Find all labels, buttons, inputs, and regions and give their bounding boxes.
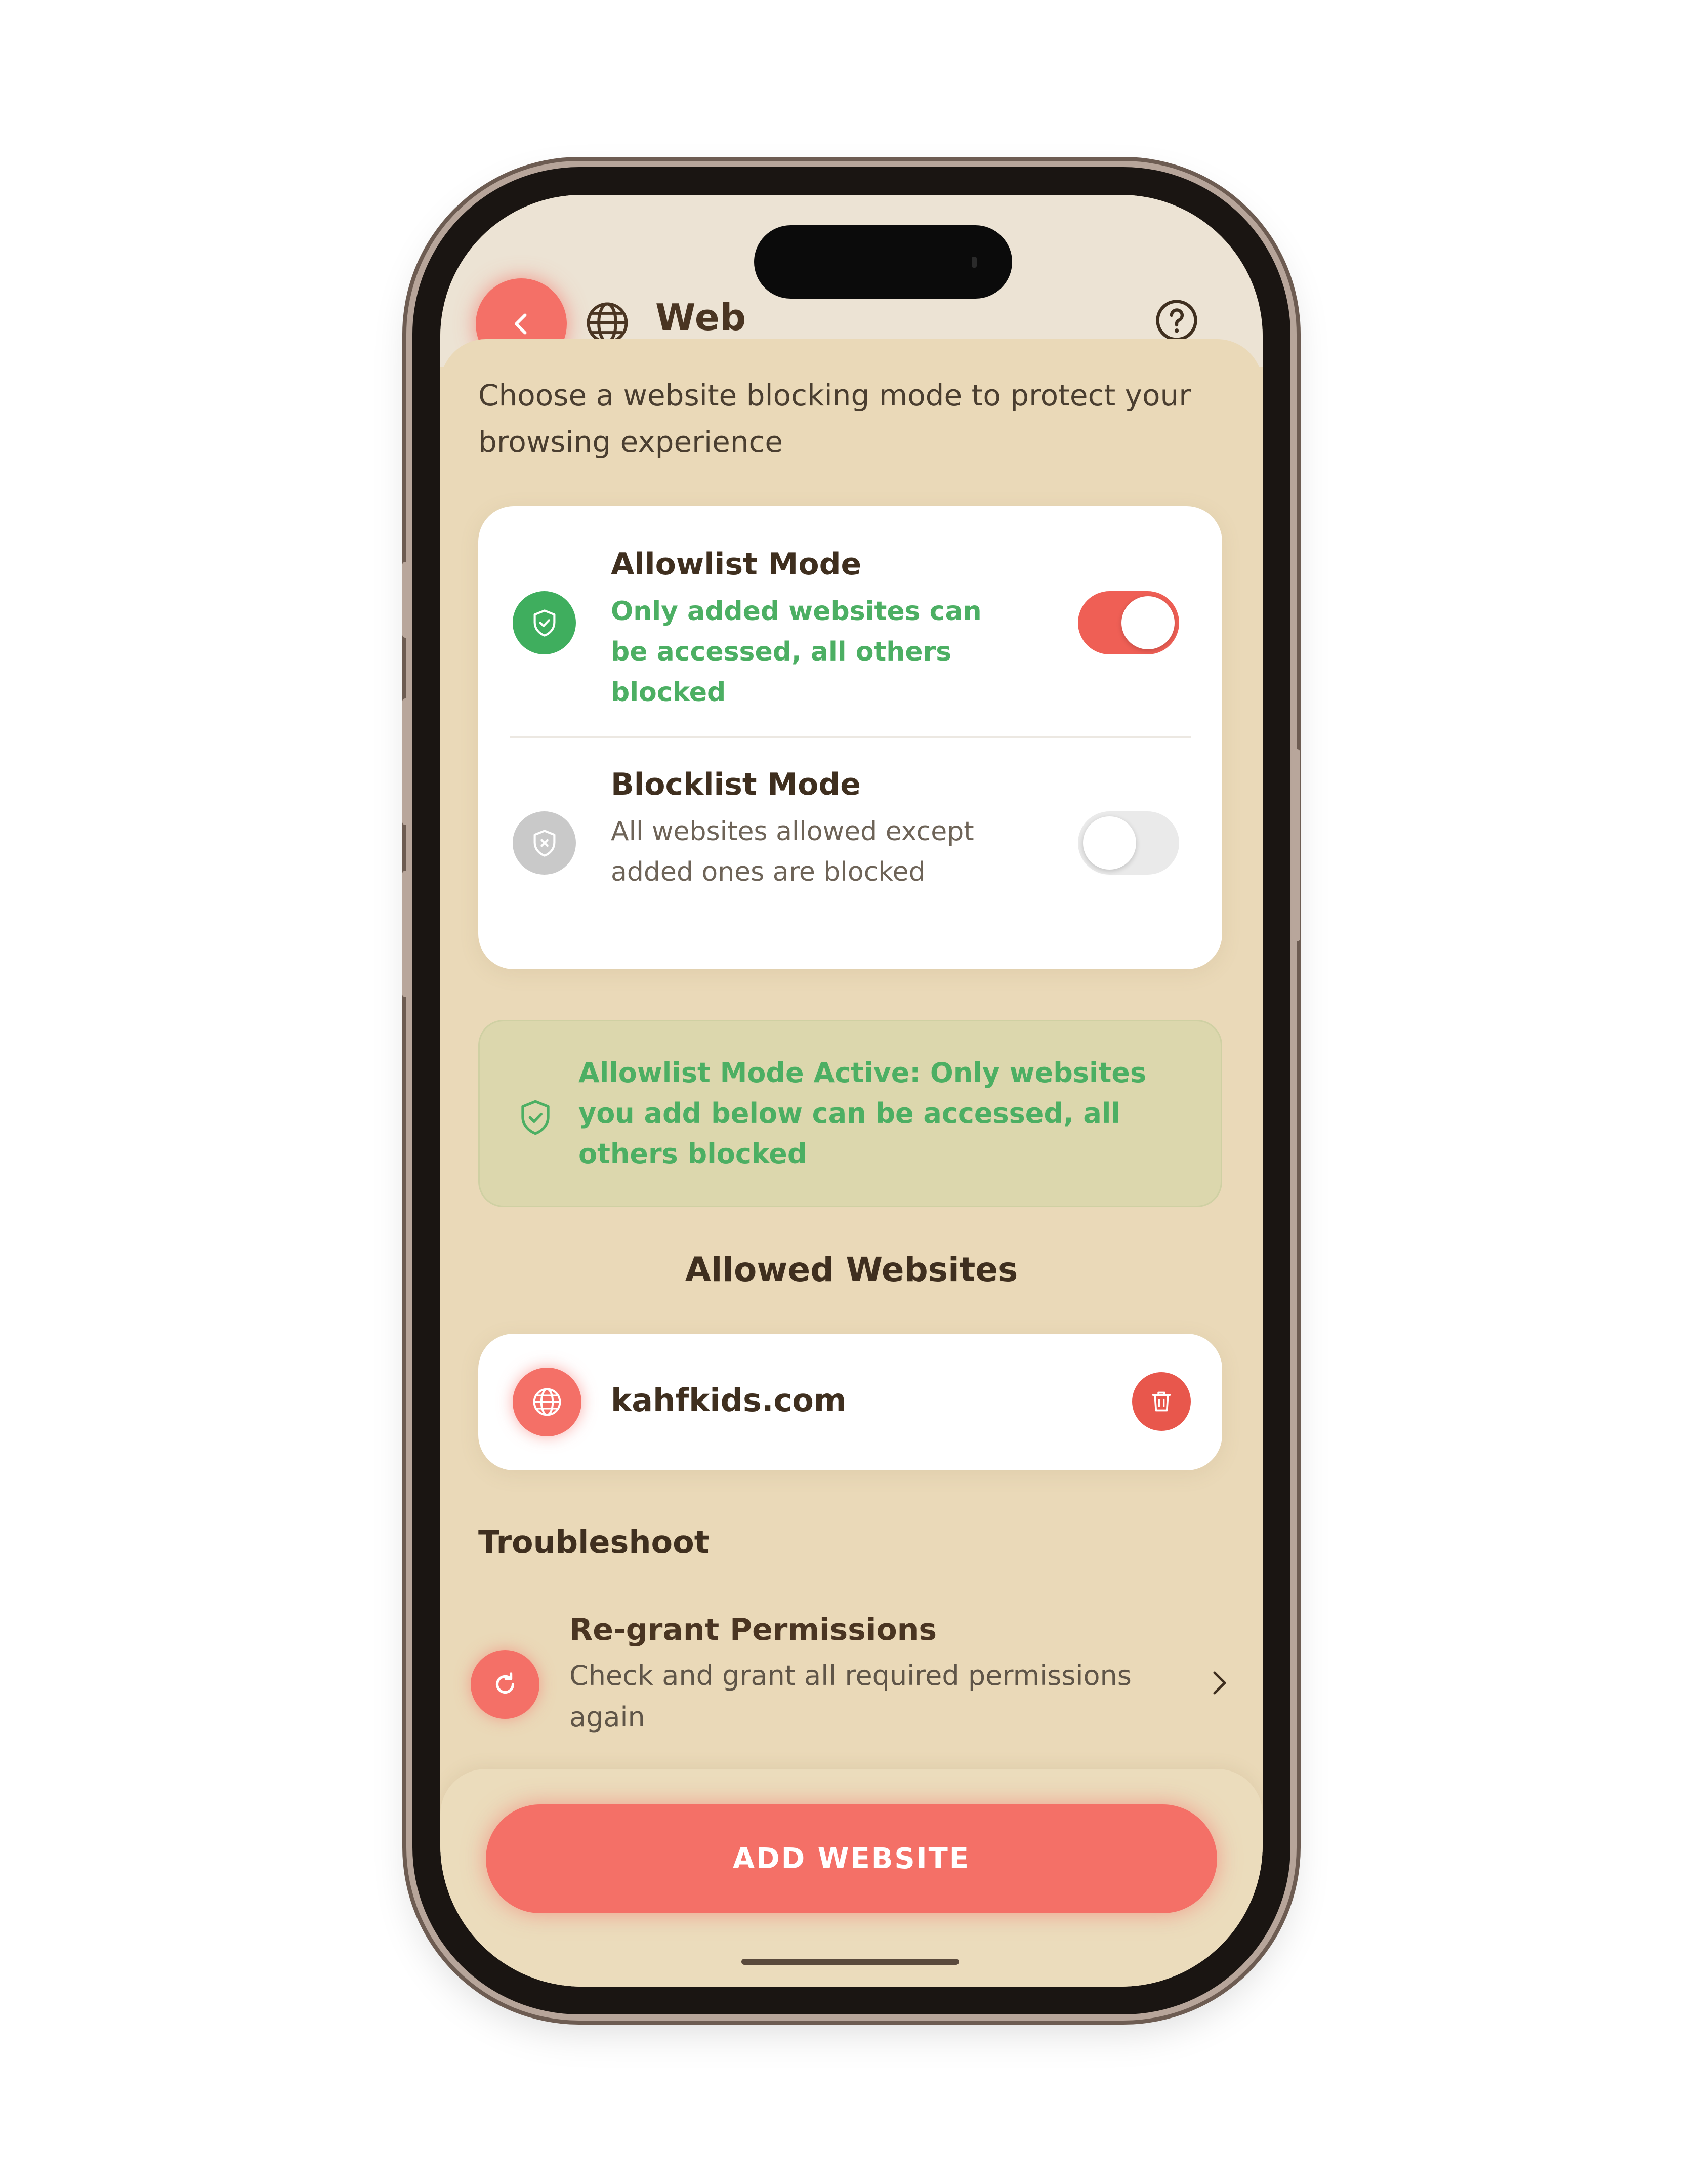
website-list-item: kahfkids.com [478, 1334, 1222, 1470]
regrant-title: Re-grant Permissions [569, 1612, 937, 1647]
mode-desc-blocklist: All websites allowed except added ones a… [611, 816, 974, 887]
bottom-action-bar: ADD WEBSITE [440, 1769, 1263, 1987]
add-website-button[interactable]: ADD WEBSITE [486, 1804, 1217, 1913]
chevron-left-icon [515, 313, 527, 335]
volume-down-button [402, 871, 410, 997]
shield-check-icon [521, 1100, 550, 1135]
trash-icon [1152, 1391, 1171, 1412]
mode-row-allowlist[interactable]: Allowlist Mode Only added websites can b… [478, 526, 1222, 734]
volume-up-button [402, 698, 410, 825]
mode-icon-allowlist [513, 591, 576, 654]
app-screen: Web Choose a website blocking mode to pr… [440, 195, 1263, 1987]
content-panel: Choose a website blocking mode to protec… [440, 339, 1263, 1987]
toggle-knob [1083, 816, 1136, 870]
home-indicator[interactable] [741, 1959, 959, 1965]
troubleshoot-heading: Troubleshoot [478, 1523, 710, 1560]
mode-title-blocklist: Blocklist Mode [611, 767, 861, 802]
refresh-icon [495, 1672, 515, 1694]
intro-text: Choose a website blocking mode to protec… [478, 378, 1191, 459]
website-name: kahfkids.com [611, 1382, 847, 1419]
blocklist-toggle[interactable] [1078, 811, 1179, 875]
website-icon [513, 1368, 581, 1436]
action-button [402, 562, 410, 638]
chevron-right-icon [1213, 1671, 1226, 1695]
allowlist-toggle[interactable] [1078, 591, 1179, 654]
help-icon[interactable] [1154, 298, 1199, 343]
shield-check-icon [533, 609, 555, 637]
regrant-permissions-item[interactable]: Re-grant Permissions Check and grant all… [440, 1604, 1263, 1751]
status-banner-text: Allowlist Mode Active: Only websites you… [578, 1057, 1147, 1170]
page-title: Web [655, 296, 747, 339]
regrant-icon [471, 1650, 539, 1719]
mode-desc-allowlist: Only added websites can be accessed, all… [611, 596, 982, 708]
status-banner: Allowlist Mode Active: Only websites you… [478, 1020, 1222, 1207]
toggle-knob [1121, 596, 1175, 649]
mode-title-allowlist: Allowlist Mode [611, 547, 862, 582]
allowed-websites-heading: Allowed Websites [685, 1250, 1018, 1289]
mode-row-blocklist[interactable]: Blocklist Mode All websites allowed exce… [478, 747, 1222, 954]
globe-icon [533, 1388, 561, 1416]
mode-icon-blocklist [513, 811, 576, 875]
shield-x-icon [533, 829, 555, 857]
power-button [1292, 749, 1300, 941]
regrant-description: Check and grant all required permissions… [569, 1660, 1132, 1733]
mode-divider [510, 736, 1191, 738]
dynamic-island [754, 225, 1012, 299]
delete-website-button[interactable] [1132, 1372, 1191, 1431]
mode-card: Allowlist Mode Only added websites can b… [478, 506, 1222, 969]
camera-dot [972, 257, 977, 268]
phone-frame: Web Choose a website blocking mode to pr… [402, 167, 1300, 2014]
